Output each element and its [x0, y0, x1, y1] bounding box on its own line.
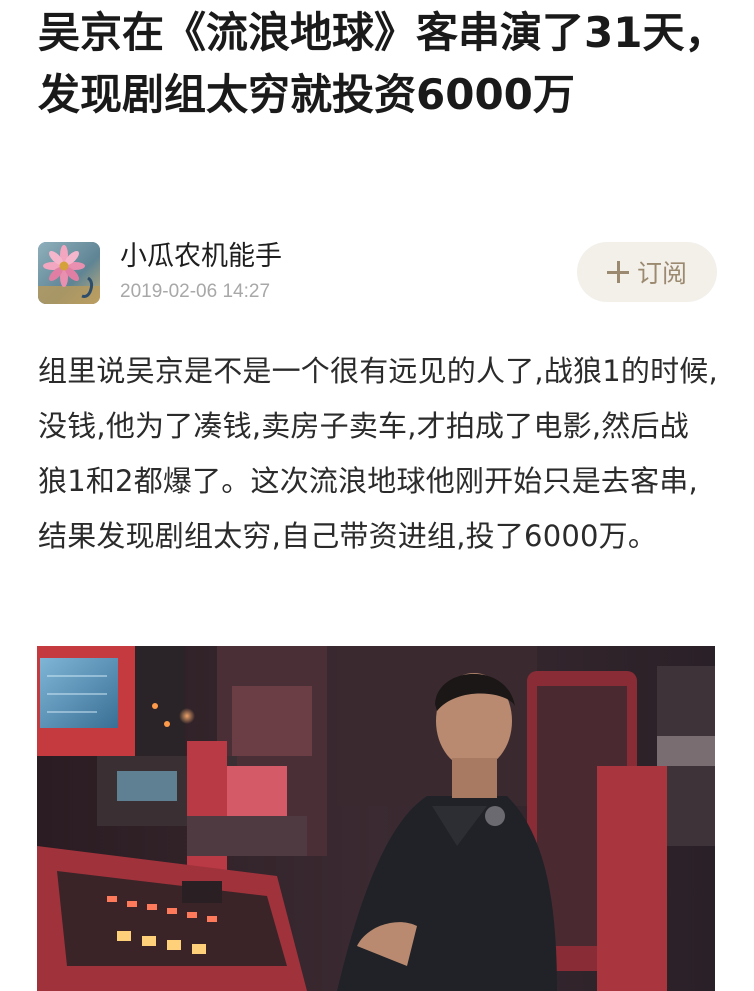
article-page: 吴京在《流浪地球》客串演了31天，发现剧组太穷就投资6000万 小瓜农机能手 2… [0, 0, 754, 991]
author-row: 小瓜农机能手 2019-02-06 14:27 订阅 [38, 240, 718, 306]
subscribe-label: 订阅 [636, 260, 687, 288]
article-body: 组里说吴京是不是一个很有远见的人了,战狼1的时候,没钱,他为了凑钱,卖房子卖车,… [38, 354, 718, 553]
article-title: 吴京在《流浪地球》客串演了31天，发现剧组太穷就投资6000万 [38, 8, 727, 119]
movie-still-image [37, 646, 715, 991]
article-photo[interactable] [37, 646, 715, 991]
author-name[interactable]: 小瓜农机能手 [120, 240, 282, 274]
subscribe-button[interactable]: 订阅 [577, 242, 717, 302]
plus-icon [606, 261, 629, 283]
flower-photo-icon [38, 242, 100, 304]
author-avatar[interactable] [38, 242, 100, 304]
post-timestamp: 2019-02-06 14:27 [120, 281, 271, 302]
